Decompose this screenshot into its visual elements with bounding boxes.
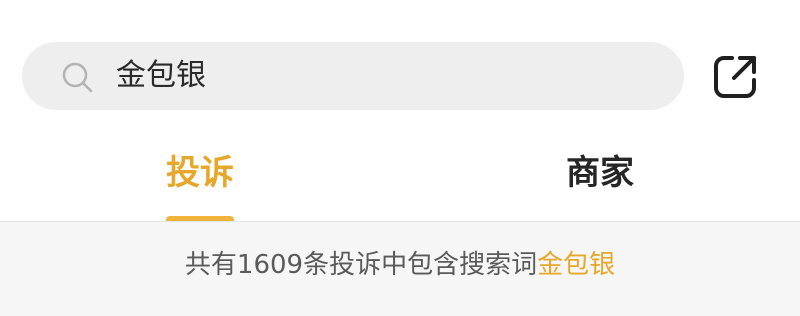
result-summary-bar: 共有1609条投诉中包含搜索词金包银	[0, 222, 800, 316]
tab-complaints[interactable]: 投诉	[166, 148, 234, 198]
search-input[interactable]: 金包银	[116, 42, 206, 110]
tab-bar: 投诉 商家	[0, 130, 800, 224]
share-external-icon	[714, 56, 756, 98]
result-summary: 共有1609条投诉中包含搜索词金包银	[0, 248, 800, 282]
search-icon	[60, 60, 96, 96]
search-bar[interactable]: 金包银	[22, 42, 684, 110]
result-keyword: 金包银	[537, 250, 616, 280]
tab-merchants[interactable]: 商家	[566, 148, 634, 198]
result-count-text: 共有1609条投诉中包含搜索词	[184, 250, 538, 280]
share-button[interactable]	[712, 52, 760, 100]
